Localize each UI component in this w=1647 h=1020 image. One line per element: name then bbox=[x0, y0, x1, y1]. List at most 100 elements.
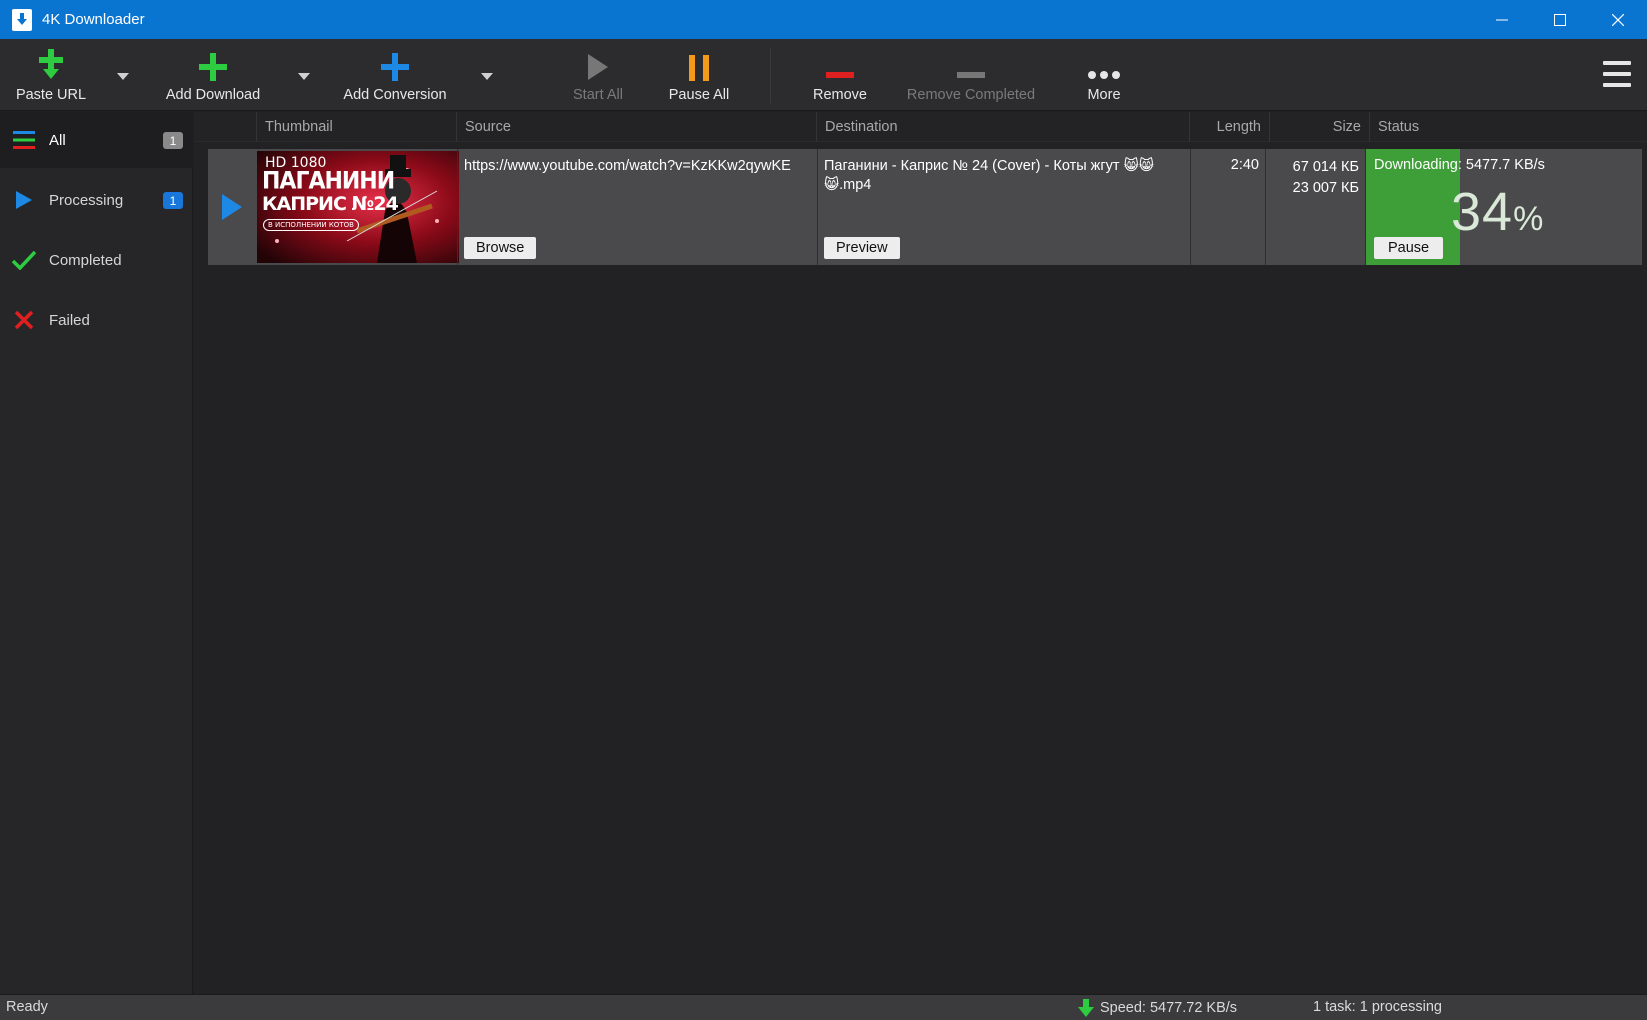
remove-label: Remove bbox=[813, 87, 867, 103]
chevron-down-icon bbox=[117, 73, 129, 80]
destination-cell: Паганини - Каприс № 24 (Cover) - Коты жг… bbox=[817, 149, 1190, 265]
plus-icon bbox=[381, 53, 409, 81]
sidebar-item-completed[interactable]: Completed bbox=[0, 232, 193, 288]
thumbnail-caption-text: В ИСПОЛНЕНИИ КОТОВ bbox=[263, 219, 359, 231]
minimize-icon bbox=[1496, 19, 1508, 20]
column-header-destination[interactable]: Destination bbox=[816, 112, 1189, 142]
sidebar-item-label: Failed bbox=[49, 311, 90, 329]
window-title: 4K Downloader bbox=[42, 11, 145, 28]
video-thumbnail: HD 1080 ПАГАНИНИ КАПРИС №24 В ИСПОЛНЕНИИ… bbox=[257, 151, 459, 263]
column-header-thumbnail[interactable]: Thumbnail bbox=[256, 112, 456, 142]
toolbar-separator bbox=[770, 47, 771, 103]
pause-all-label: Pause All bbox=[668, 87, 730, 103]
maximize-icon bbox=[1554, 13, 1566, 26]
window-controls bbox=[1473, 0, 1647, 39]
row-play-button[interactable] bbox=[208, 149, 256, 265]
remove-button[interactable]: Remove bbox=[808, 39, 872, 111]
title-bar: 4K Downloader bbox=[0, 0, 1647, 39]
pause-all-button[interactable]: Pause All bbox=[664, 39, 734, 111]
status-ready: Ready bbox=[6, 999, 48, 1015]
minus-icon bbox=[826, 72, 854, 78]
app-window: 4K Downloader Paste URL Add Download Add… bbox=[0, 0, 1647, 1020]
paste-url-dropdown[interactable] bbox=[115, 69, 131, 85]
sidebar-item-label: Processing bbox=[49, 191, 124, 209]
add-conversion-button[interactable]: Add Conversion bbox=[338, 39, 452, 111]
start-all-button[interactable]: Start All bbox=[566, 39, 630, 111]
source-url: https://www.youtube.com/watch?v=KzKKw2qy… bbox=[464, 158, 791, 174]
thumbnail-title-text: ПАГАНИНИ bbox=[262, 167, 395, 196]
sidebar-item-label: Completed bbox=[49, 251, 122, 269]
close-icon bbox=[1612, 13, 1624, 26]
more-icon bbox=[1088, 71, 1120, 79]
destination-line: Паганини - Каприс № 24 (Cover) - Коты жг… bbox=[824, 158, 1154, 174]
column-header-length[interactable]: Length bbox=[1189, 112, 1269, 142]
status-text: Downloading: 5477.7 KB/s bbox=[1374, 157, 1545, 173]
sidebar-item-processing[interactable]: Processing 1 bbox=[0, 172, 193, 228]
column-header-size[interactable]: Size bbox=[1269, 112, 1369, 142]
add-conversion-dropdown[interactable] bbox=[479, 69, 495, 85]
size-values: 67 014 КБ 23 007 КБ bbox=[1293, 157, 1359, 199]
size-cell: 67 014 КБ 23 007 КБ bbox=[1265, 149, 1365, 265]
sidebar: All 1 Processing 1 Completed Failed bbox=[0, 112, 193, 994]
percent-value: 34 bbox=[1451, 182, 1514, 242]
destination-filename: Паганини - Каприс № 24 (Cover) - Коты жг… bbox=[824, 157, 1169, 195]
source-cell: https://www.youtube.com/watch?v=KzKKw2qy… bbox=[457, 149, 817, 265]
pause-button[interactable]: Pause bbox=[1374, 237, 1444, 259]
toolbar: Paste URL Add Download Add Conversion St… bbox=[0, 39, 1647, 111]
downloads-list: Thumbnail Source Destination Length Size… bbox=[194, 112, 1647, 994]
maximize-button[interactable] bbox=[1531, 0, 1589, 39]
add-conversion-label: Add Conversion bbox=[343, 87, 447, 103]
size-downloaded: 23 007 КБ bbox=[1292, 180, 1359, 196]
column-header-source[interactable]: Source bbox=[456, 112, 816, 142]
thumbnail-subtitle-text: КАПРИС №24 bbox=[262, 193, 399, 215]
preview-button[interactable]: Preview bbox=[824, 237, 900, 259]
percent-sign: % bbox=[1513, 200, 1545, 238]
minimize-button[interactable] bbox=[1473, 0, 1531, 39]
minus-icon bbox=[957, 72, 985, 78]
speed-text: Speed: 5477.72 KB/s bbox=[1100, 1000, 1238, 1016]
progress-percent: 34% bbox=[1451, 181, 1544, 243]
plus-down-icon bbox=[39, 49, 63, 79]
close-button[interactable] bbox=[1589, 0, 1647, 39]
sidebar-item-failed[interactable]: Failed bbox=[0, 292, 193, 348]
status-bar: Ready Speed: 5477.72 KB/s 1 task: 1 proc… bbox=[0, 994, 1647, 1020]
chevron-down-icon bbox=[298, 73, 310, 80]
status-speed: Speed: 5477.72 KB/s bbox=[1078, 999, 1237, 1017]
cross-icon bbox=[12, 308, 36, 332]
count-badge: 1 bbox=[163, 192, 183, 209]
chevron-down-icon bbox=[481, 73, 493, 80]
more-label: More bbox=[1087, 87, 1121, 103]
menu-hamburger-icon[interactable] bbox=[1603, 61, 1631, 87]
add-download-label: Add Download bbox=[165, 87, 261, 103]
plus-icon bbox=[199, 53, 227, 81]
browse-button[interactable]: Browse bbox=[464, 237, 537, 259]
check-icon bbox=[12, 248, 36, 272]
play-icon bbox=[12, 188, 36, 212]
add-download-dropdown[interactable] bbox=[296, 69, 312, 85]
paste-url-label: Paste URL bbox=[15, 87, 87, 103]
pause-icon bbox=[689, 55, 709, 81]
length-cell: 2:40 bbox=[1190, 149, 1265, 265]
table-row[interactable]: HD 1080 ПАГАНИНИ КАПРИС №24 В ИСПОЛНЕНИИ… bbox=[208, 149, 1642, 265]
play-icon bbox=[588, 54, 608, 80]
size-total: 67 014 КБ bbox=[1292, 159, 1359, 175]
length-value: 2:40 bbox=[1230, 157, 1259, 173]
column-header-status[interactable]: Status bbox=[1369, 112, 1647, 142]
start-all-label: Start All bbox=[573, 87, 623, 103]
remove-completed-label: Remove Completed bbox=[906, 87, 1036, 103]
add-download-button[interactable]: Add Download bbox=[160, 39, 266, 111]
column-header-row: Thumbnail Source Destination Length Size… bbox=[194, 112, 1647, 142]
status-cell: Downloading: 5477.7 KB/s 34% Pause bbox=[1365, 149, 1642, 265]
paste-url-button[interactable]: Paste URL bbox=[14, 39, 88, 111]
count-badge: 1 bbox=[163, 132, 183, 149]
list-icon bbox=[12, 128, 36, 152]
download-arrow-icon bbox=[1078, 999, 1094, 1017]
more-button[interactable]: More bbox=[1078, 39, 1130, 111]
sidebar-item-label: All bbox=[49, 131, 66, 149]
app-logo-icon bbox=[12, 8, 32, 31]
play-icon bbox=[222, 194, 242, 220]
sidebar-item-all[interactable]: All 1 bbox=[0, 112, 193, 168]
remove-completed-button[interactable]: Remove Completed bbox=[904, 39, 1038, 111]
status-tasks: 1 task: 1 processing bbox=[1313, 999, 1442, 1015]
destination-line: 😸.mp4 bbox=[824, 177, 872, 193]
